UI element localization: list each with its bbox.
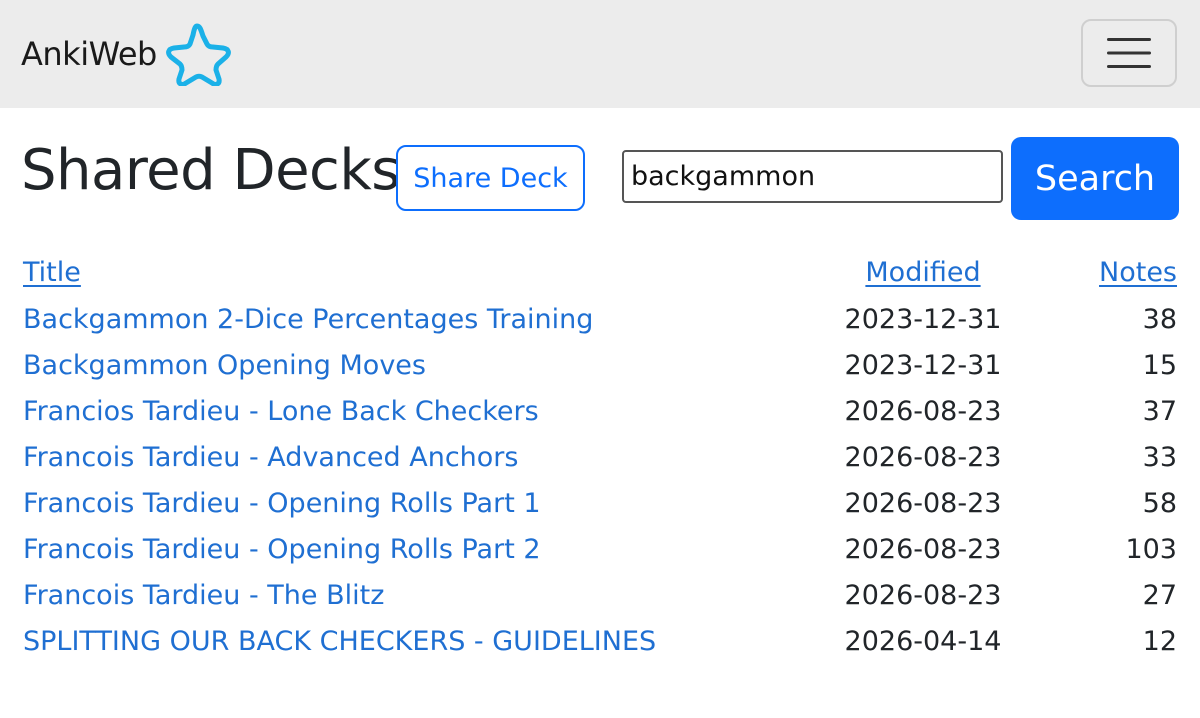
column-header-title: Title [21, 248, 801, 296]
table-row: Francois Tardieu - Opening Rolls Part 1 … [21, 480, 1179, 526]
search-button[interactable]: Search [1011, 137, 1179, 220]
table-row: SPLITTING OUR BACK CHECKERS - GUIDELINES… [21, 618, 1179, 664]
deck-title-link[interactable]: Francois Tardieu - Opening Rolls Part 2 [23, 534, 541, 565]
hamburger-menu-icon [1107, 38, 1151, 68]
column-header-modified: Modified [801, 248, 1045, 296]
shared-decks-table: Title Modified Notes Backgammon 2-Dice P… [21, 248, 1179, 664]
deck-notes-count: 38 [1142, 303, 1177, 335]
search-input[interactable] [622, 150, 1003, 203]
deck-modified: 2026-08-23 [844, 441, 1002, 473]
deck-title-link[interactable]: Backgammon 2-Dice Percentages Training [23, 304, 593, 335]
table-row: Backgammon Opening Moves 2023-12-31 15 [21, 342, 1179, 388]
menu-toggle-button[interactable] [1081, 19, 1177, 87]
deck-modified: 2026-04-14 [844, 625, 1002, 657]
table-row: Francois Tardieu - The Blitz 2026-08-23 … [21, 572, 1179, 618]
deck-title-link[interactable]: Francois Tardieu - The Blitz [23, 580, 384, 611]
brand-link[interactable]: AnkiWeb [21, 22, 231, 86]
sort-by-modified-link[interactable]: Modified [865, 257, 980, 288]
top-navbar: AnkiWeb [0, 0, 1200, 108]
page-title: Shared Decks [21, 138, 400, 203]
table-row: Francios Tardieu - Lone Back Checkers 20… [21, 388, 1179, 434]
deck-title-link[interactable]: Francois Tardieu - Opening Rolls Part 1 [23, 488, 541, 519]
column-header-notes: Notes [1045, 248, 1179, 296]
deck-notes-count: 33 [1142, 441, 1177, 473]
table-row: Backgammon 2-Dice Percentages Training 2… [21, 296, 1179, 342]
deck-title-link[interactable]: Francois Tardieu - Advanced Anchors [23, 442, 518, 473]
table-header-row: Title Modified Notes [21, 248, 1179, 296]
deck-notes-count: 103 [1125, 533, 1177, 565]
deck-modified: 2023-12-31 [844, 303, 1002, 335]
table-row: Francois Tardieu - Opening Rolls Part 2 … [21, 526, 1179, 572]
deck-modified: 2026-08-23 [844, 487, 1002, 519]
deck-notes-count: 12 [1142, 625, 1177, 657]
deck-notes-count: 37 [1142, 395, 1177, 427]
star-icon [165, 23, 231, 86]
deck-notes-count: 58 [1142, 487, 1177, 519]
deck-notes-count: 27 [1142, 579, 1177, 611]
deck-title-link[interactable]: SPLITTING OUR BACK CHECKERS - GUIDELINES [23, 626, 656, 657]
sort-by-notes-link[interactable]: Notes [1099, 257, 1177, 288]
deck-title-link[interactable]: Backgammon Opening Moves [23, 350, 426, 381]
deck-modified: 2023-12-31 [844, 349, 1002, 381]
deck-notes-count: 15 [1142, 349, 1177, 381]
deck-modified: 2026-08-23 [844, 533, 1002, 565]
deck-modified: 2026-08-23 [844, 395, 1002, 427]
deck-modified: 2026-08-23 [844, 579, 1002, 611]
brand-name: AnkiWeb [21, 35, 157, 73]
deck-title-link[interactable]: Francios Tardieu - Lone Back Checkers [23, 396, 539, 427]
table-row: Francois Tardieu - Advanced Anchors 2026… [21, 434, 1179, 480]
share-deck-button[interactable]: Share Deck [396, 145, 585, 211]
sort-by-title-link[interactable]: Title [23, 257, 81, 288]
